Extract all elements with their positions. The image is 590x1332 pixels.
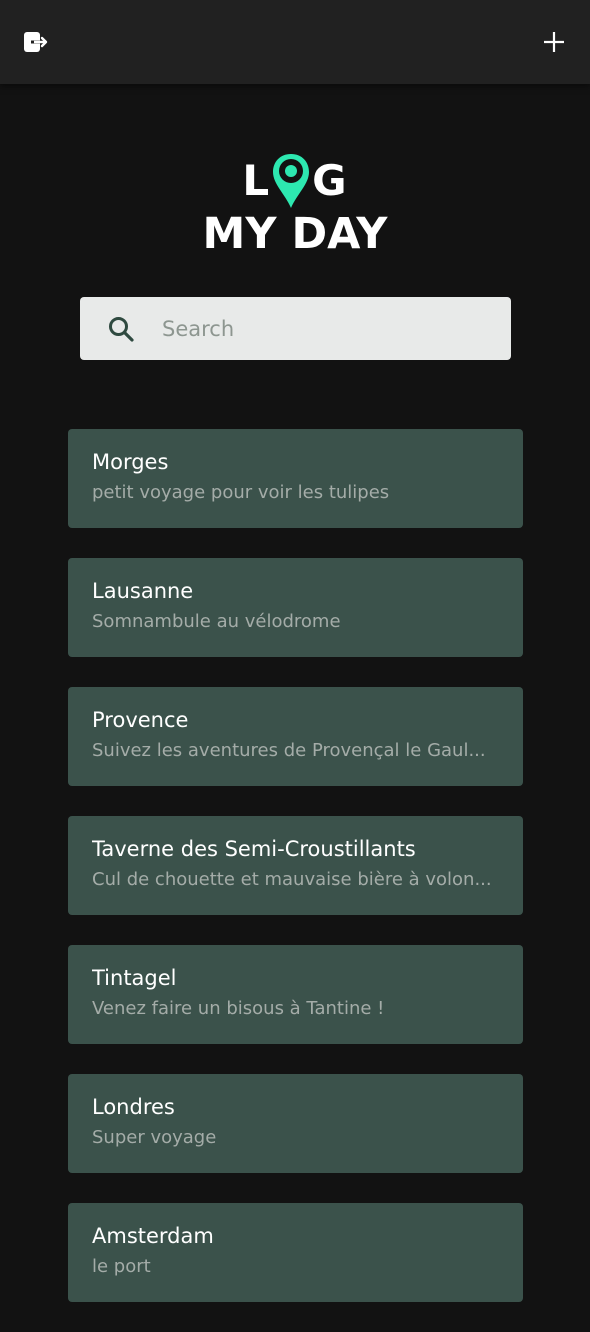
entry-description: Venez faire un bisous à Tantine ! [92,998,385,1019]
entry-description: Super voyage [92,1127,217,1148]
list-item[interactable]: Tintagel Venez faire un bisous à Tantine… [68,945,523,1044]
logo-line-1: L G [242,150,347,210]
list-item[interactable]: Lausanne Somnambule au vélodrome [68,558,523,657]
search-input[interactable] [162,316,482,341]
logo-letter-l: L [242,155,271,205]
entry-title: Londres [92,1095,175,1119]
entry-description: petit voyage pour voir les tulipes [92,482,390,503]
entry-description: Suivez les aventures de Provençal le Gau… [92,740,486,761]
plus-icon [544,32,564,52]
entry-title: Lausanne [92,579,194,603]
logout-button[interactable] [16,22,56,62]
logout-icon [24,32,48,52]
search-icon [109,316,134,342]
list-item[interactable]: Taverne des Semi-Croustillants Cul de ch… [68,816,523,915]
search-bar[interactable] [80,297,511,360]
entry-title: Amsterdam [92,1224,214,1248]
entry-title: Provence [92,708,189,732]
entry-description: Cul de chouette et mauvaise bière à volo… [92,869,492,890]
logo-line-2: MY DAY [202,209,388,259]
entry-description: le port [92,1256,151,1277]
entry-title: Taverne des Semi-Croustillants [92,837,416,861]
top-app-bar [0,0,590,84]
entry-list: Morges petit voyage pour voir les tulipe… [68,429,523,1332]
list-item[interactable]: Provence Suivez les aventures de Provenç… [68,687,523,786]
logo-letter-g: G [312,155,348,205]
list-item[interactable]: Morges petit voyage pour voir les tulipe… [68,429,523,528]
location-pin-icon [273,154,310,208]
app-logo: L G MY DAY [0,150,590,270]
entry-title: Tintagel [92,966,177,990]
add-entry-button[interactable] [534,22,574,62]
entry-description: Somnambule au vélodrome [92,611,341,632]
list-item[interactable]: Londres Super voyage [68,1074,523,1173]
entry-title: Morges [92,450,169,474]
list-item[interactable]: Amsterdam le port [68,1203,523,1302]
